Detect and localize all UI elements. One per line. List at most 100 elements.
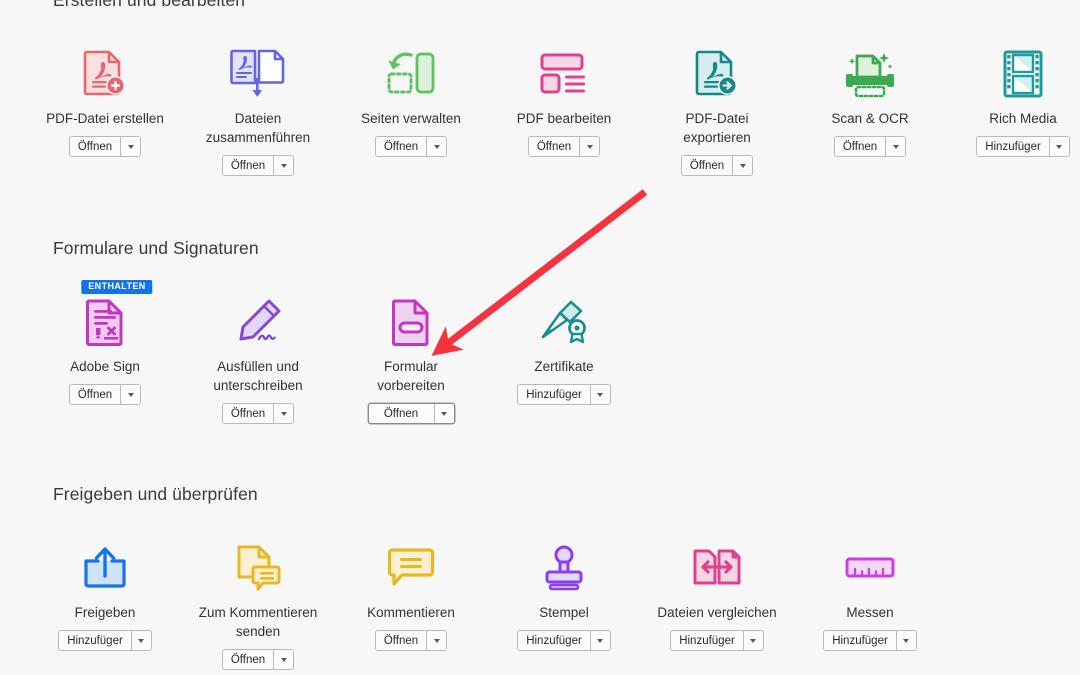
badge-slot	[182, 280, 334, 293]
tool-label: Zertifikate	[534, 359, 594, 374]
export-pdf-icon	[641, 45, 793, 103]
comment-icon	[335, 539, 487, 597]
split-button-label[interactable]: Hinzufüger	[824, 631, 896, 650]
open-split-button[interactable]: Öffnen	[680, 155, 754, 176]
split-button-label[interactable]: Hinzufüger	[518, 385, 590, 404]
tool-pdf-bearbeiten[interactable]: PDF bearbeiten Öffnen	[488, 32, 640, 157]
chevron-down-icon[interactable]	[590, 385, 610, 404]
tool-messen[interactable]: Messen Hinzufüger	[794, 526, 946, 651]
chevron-down-icon[interactable]	[434, 404, 454, 423]
tool-label: Dateien zusammenführen	[205, 111, 311, 145]
open-split-button[interactable]: Öffnen	[221, 649, 295, 670]
chevron-down-icon[interactable]	[886, 137, 906, 156]
split-button-label[interactable]: Öffnen	[222, 404, 274, 423]
fill-sign-icon	[182, 293, 334, 351]
button-slot: Hinzufüger	[488, 384, 640, 405]
add-split-button[interactable]: Hinzufüger	[976, 136, 1070, 157]
split-button-label[interactable]: Hinzufüger	[977, 137, 1049, 156]
tool-label: Seiten verwalten	[361, 111, 461, 126]
badge-slot	[488, 32, 640, 45]
tool-kommentieren[interactable]: Kommentieren Öffnen	[335, 526, 487, 651]
button-slot: Öffnen	[641, 155, 793, 176]
chevron-down-icon[interactable]	[427, 137, 447, 156]
chevron-down-icon[interactable]	[733, 156, 753, 175]
add-split-button[interactable]: Hinzufüger	[517, 630, 611, 651]
tool-freigeben[interactable]: Freigeben Hinzufüger	[29, 526, 181, 651]
chevron-down-icon[interactable]	[590, 631, 610, 650]
button-slot: Hinzufüger	[947, 136, 1080, 157]
chevron-down-icon[interactable]	[121, 137, 141, 156]
tool-scan-ocr[interactable]: Scan & OCR Öffnen	[794, 32, 946, 157]
split-button-label[interactable]: Hinzufüger	[59, 631, 131, 650]
tool-ausfuellen-unterschreiben[interactable]: Ausfüllen und unterschreiben Öffnen	[182, 280, 334, 424]
split-button-label[interactable]: Öffnen	[375, 137, 427, 156]
badge-slot	[947, 32, 1080, 45]
open-split-button[interactable]: Öffnen	[374, 630, 448, 651]
open-split-button[interactable]: Öffnen	[833, 136, 907, 157]
split-button-label[interactable]: Öffnen	[69, 137, 121, 156]
tool-label: Zum Kommentieren senden	[198, 605, 318, 639]
add-split-button[interactable]: Hinzufüger	[670, 630, 764, 651]
add-split-button[interactable]: Hinzufüger	[58, 630, 152, 651]
badge-slot	[335, 32, 487, 45]
chevron-down-icon[interactable]	[896, 631, 916, 650]
tool-label: Messen	[846, 605, 894, 620]
open-split-button[interactable]: Öffnen	[221, 155, 295, 176]
split-button-label[interactable]: Hinzufüger	[518, 631, 590, 650]
tool-label: PDF bearbeiten	[516, 111, 612, 126]
badge-slot	[29, 32, 181, 45]
adobe-sign-icon	[29, 293, 181, 351]
split-button-label[interactable]: Öffnen	[222, 650, 274, 669]
tool-seiten-verwalten[interactable]: Seiten verwalten Öffnen	[335, 32, 487, 157]
chevron-down-icon[interactable]	[121, 385, 141, 404]
add-split-button[interactable]: Hinzufüger	[823, 630, 917, 651]
split-button-label[interactable]: Hinzufüger	[671, 631, 743, 650]
tool-label: Kommentieren	[367, 605, 455, 620]
stamp-icon	[488, 539, 640, 597]
tools-page: Erstellen und bearbeiten PDF-Datei erste…	[0, 0, 1080, 675]
chevron-down-icon[interactable]	[580, 137, 600, 156]
tool-zum-kommentieren-senden[interactable]: Zum Kommentieren senden Öffnen	[182, 526, 334, 670]
chevron-down-icon[interactable]	[427, 631, 447, 650]
split-button-label[interactable]: Öffnen	[528, 137, 580, 156]
split-button-label[interactable]: Öffnen	[681, 156, 733, 175]
button-slot: Öffnen	[335, 630, 487, 651]
open-split-button-focused[interactable]: Öffnen	[367, 403, 455, 424]
tool-pdf-datei-erstellen[interactable]: PDF-Datei erstellen Öffnen	[29, 32, 181, 157]
tool-label: Rich Media	[989, 111, 1057, 126]
chevron-down-icon[interactable]	[1049, 137, 1069, 156]
tool-pdf-datei-exportieren[interactable]: PDF-Datei exportieren Öffnen	[641, 32, 793, 176]
tool-dateien-vergleichen[interactable]: Dateien vergleichen Hinzufüger	[641, 526, 793, 651]
open-split-button[interactable]: Öffnen	[68, 136, 142, 157]
chevron-down-icon[interactable]	[274, 156, 294, 175]
open-split-button[interactable]: Öffnen	[527, 136, 601, 157]
certificates-icon	[488, 293, 640, 351]
tool-formular-vorbereiten[interactable]: Formular vorbereiten Öffnen	[335, 280, 487, 424]
split-button-label[interactable]: Öffnen	[69, 385, 121, 404]
split-button-label[interactable]: Öffnen	[834, 137, 886, 156]
add-split-button[interactable]: Hinzufüger	[517, 384, 611, 405]
tool-zertifikate[interactable]: Zertifikate Hinzufüger	[488, 280, 640, 405]
split-button-label[interactable]: Öffnen	[375, 631, 427, 650]
open-split-button[interactable]: Öffnen	[221, 403, 295, 424]
split-button-label[interactable]: Öffnen	[222, 156, 274, 175]
tool-rich-media[interactable]: Rich Media Hinzufüger	[947, 32, 1080, 157]
button-slot: Öffnen	[335, 403, 487, 424]
tool-dateien-zusammenfuehren[interactable]: Dateien zusammenführen Öffnen	[182, 32, 334, 176]
scan-ocr-icon	[794, 45, 946, 103]
chevron-down-icon[interactable]	[274, 650, 294, 669]
chevron-down-icon[interactable]	[131, 631, 151, 650]
button-slot: Hinzufüger	[488, 630, 640, 651]
chevron-down-icon[interactable]	[274, 404, 294, 423]
chevron-down-icon[interactable]	[743, 631, 763, 650]
tool-adobe-sign[interactable]: ENTHALTEN Adobe Sign Öffnen	[29, 280, 181, 405]
open-split-button[interactable]: Öffnen	[68, 384, 142, 405]
split-button-label[interactable]: Öffnen	[368, 404, 434, 423]
create-pdf-icon	[29, 45, 181, 103]
badge-slot	[182, 526, 334, 539]
open-split-button[interactable]: Öffnen	[374, 136, 448, 157]
badge-slot	[641, 526, 793, 539]
tool-label: Formular vorbereiten	[377, 359, 445, 393]
prepare-form-icon	[335, 293, 487, 351]
tool-stempel[interactable]: Stempel Hinzufüger	[488, 526, 640, 651]
